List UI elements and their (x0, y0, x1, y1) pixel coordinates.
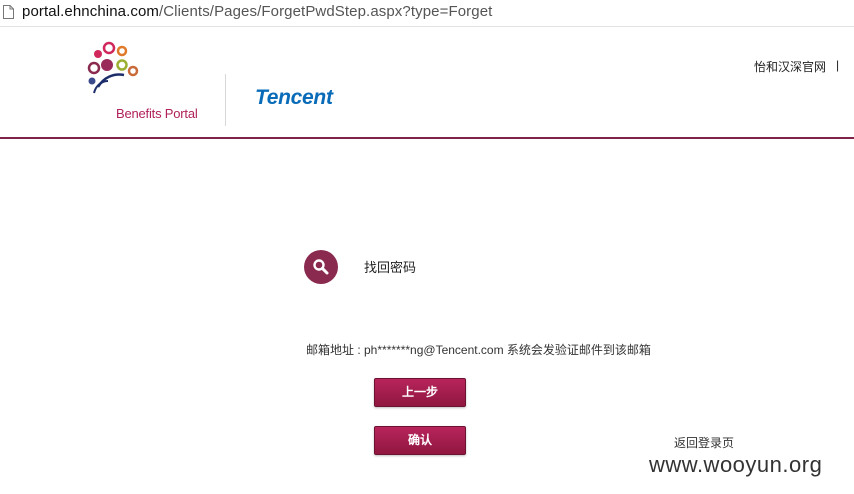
url-domain: portal.ehnchina.com (22, 3, 159, 20)
top-link-separator: | (836, 58, 840, 72)
browser-address-bar[interactable]: portal.ehnchina.com/Clients/Pages/Forget… (0, 0, 854, 27)
logo-divider (225, 74, 226, 126)
watermark: www.wooyun.org (649, 452, 823, 477)
url-path: /Clients/Pages/ForgetPwdStep.aspx?type=F… (158, 3, 493, 20)
back-to-login-link[interactable]: 返回登录页 (674, 434, 734, 451)
header-divider (0, 137, 854, 139)
logo-caption: Benefits Portal (116, 106, 198, 121)
page-icon (3, 5, 14, 19)
tencent-logo: Tencent (255, 86, 333, 109)
search-icon (313, 259, 329, 275)
official-site-link[interactable]: 怡和汉深官网 (754, 58, 826, 75)
email-notice: 邮箱地址 : ph*******ng@Tencent.com 系统会发验证邮件到… (306, 343, 651, 357)
confirm-button[interactable]: 确认 (374, 426, 466, 455)
previous-step-button[interactable]: 上一步 (374, 378, 466, 407)
url-text[interactable]: portal.ehnchina.com/Clients/Pages/Forget… (22, 3, 492, 20)
search-badge (304, 250, 338, 284)
benefits-portal-logo-icon (87, 41, 139, 94)
section-title: 找回密码 (364, 260, 417, 275)
